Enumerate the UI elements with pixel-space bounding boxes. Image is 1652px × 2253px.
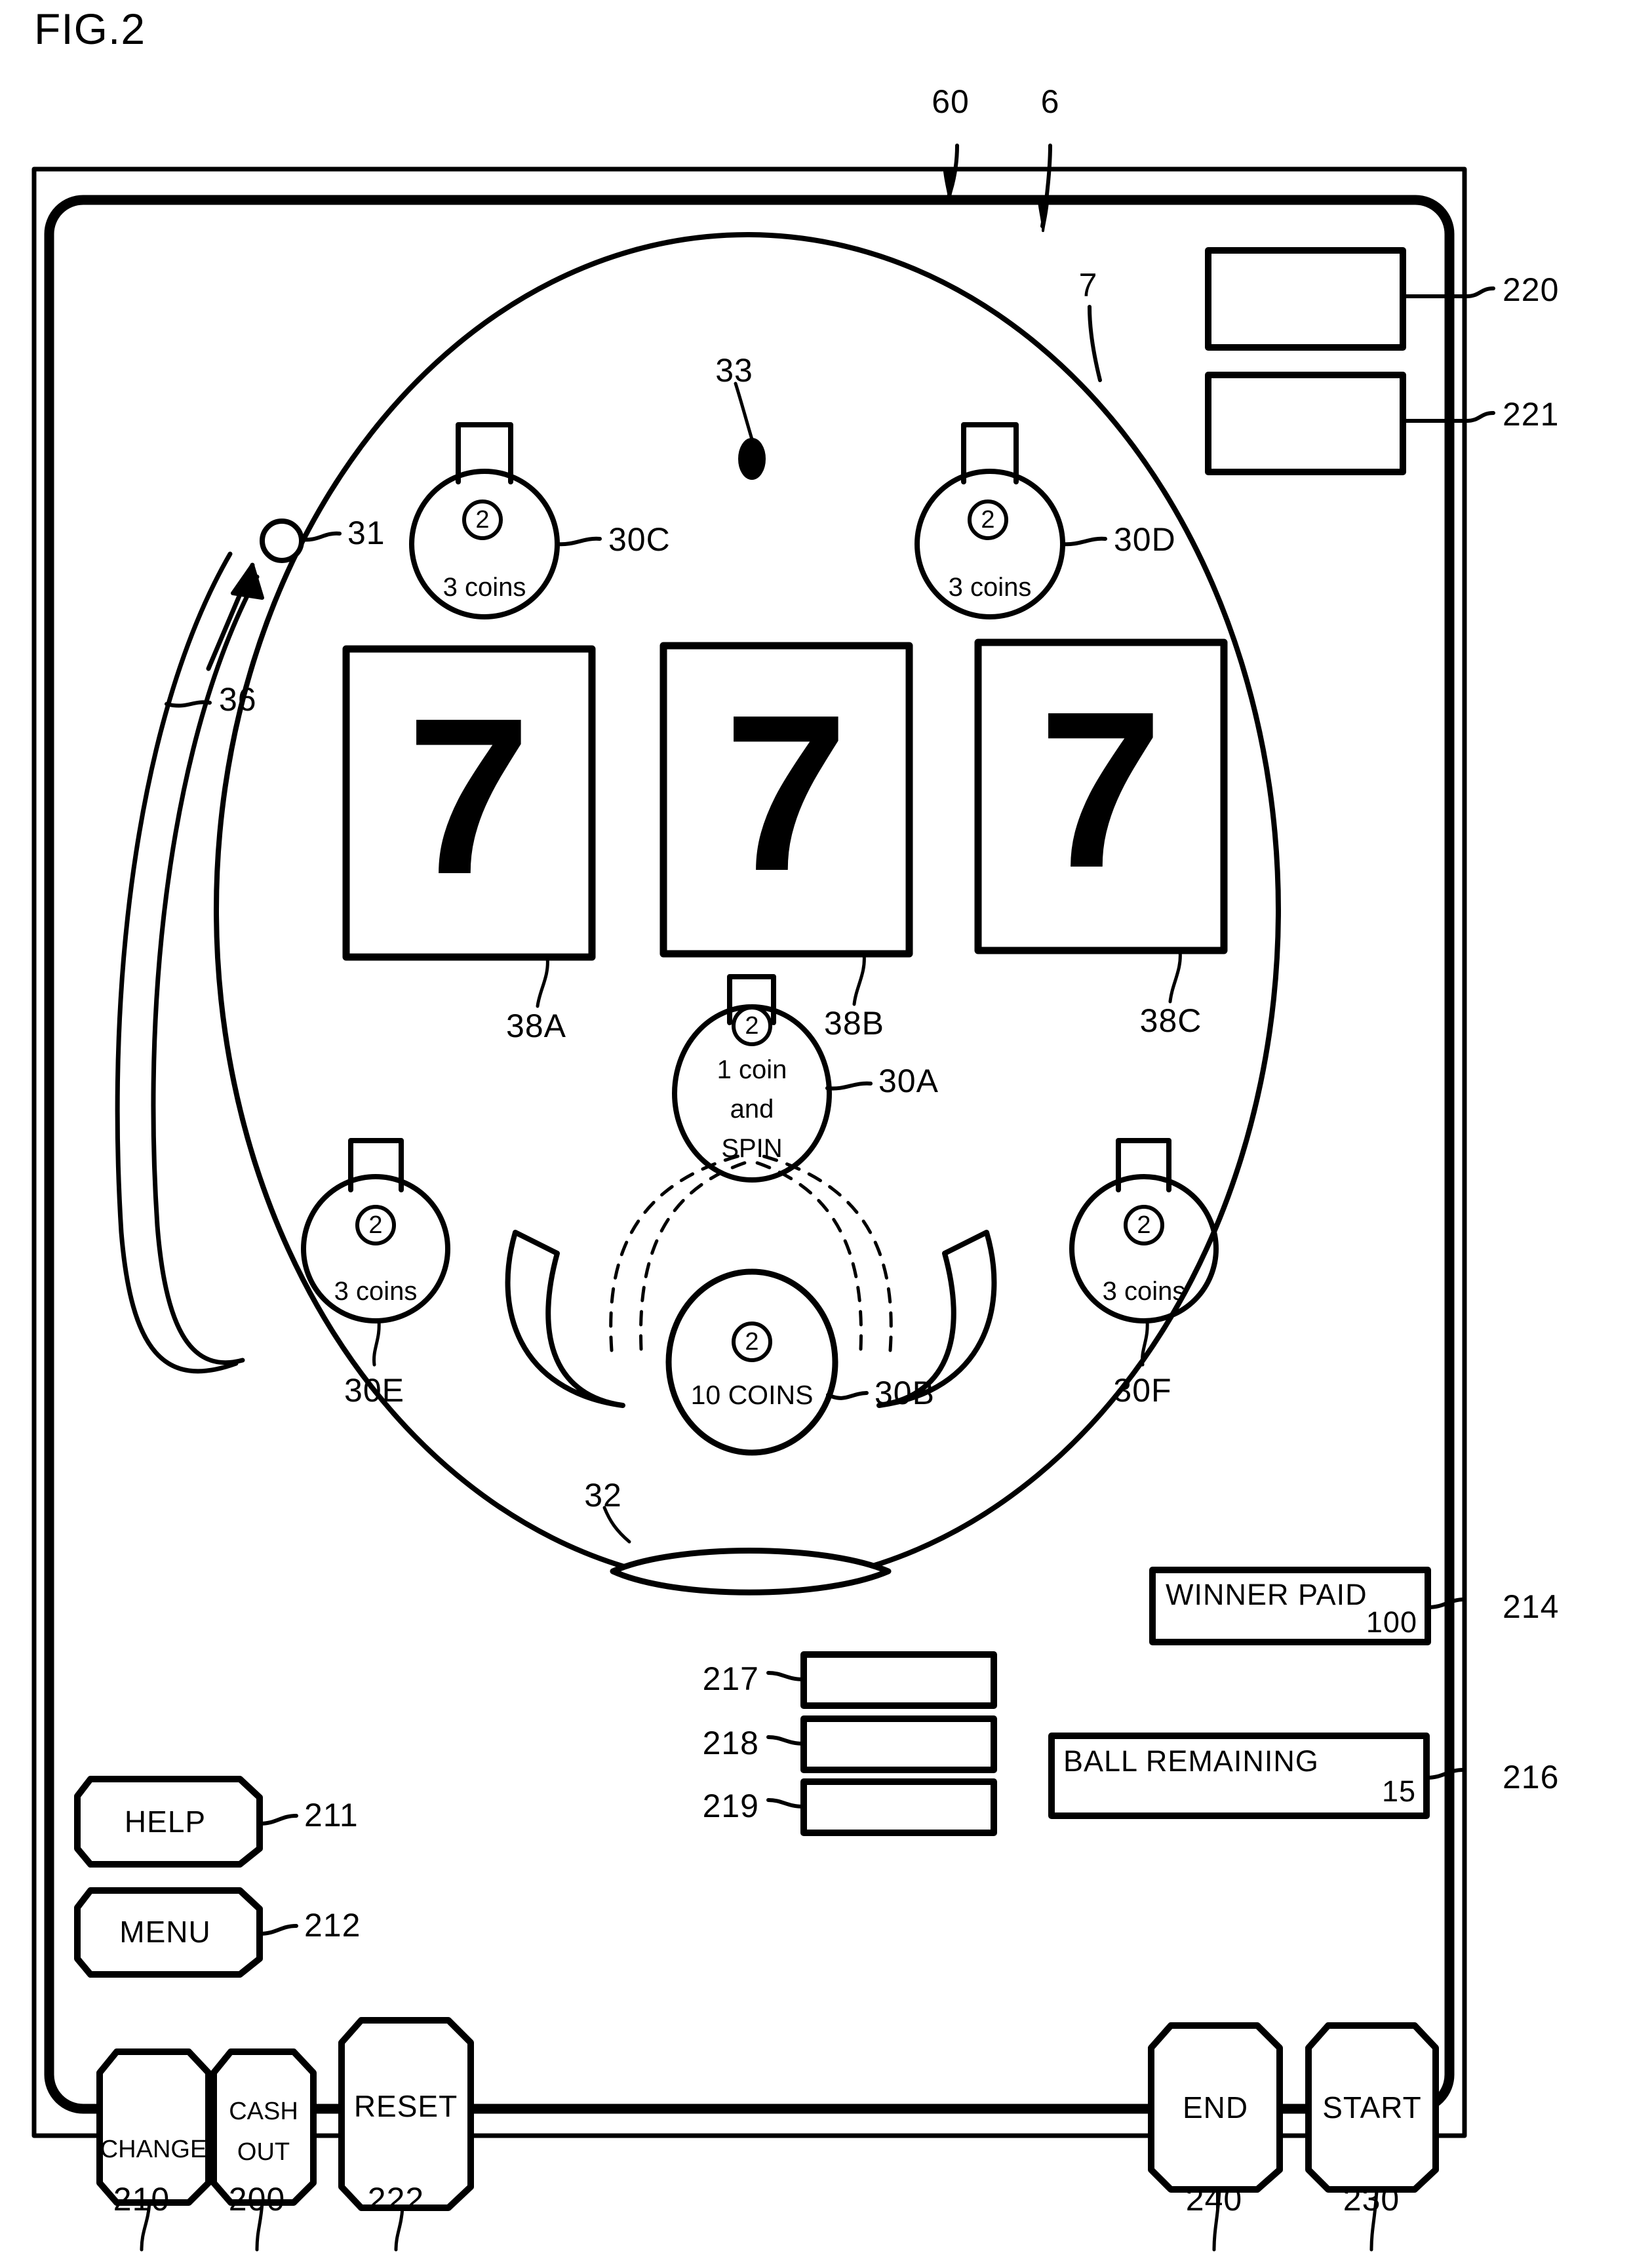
ref-30f-label: 30F xyxy=(1113,1372,1172,1409)
pocket-30a-line2: and xyxy=(730,1095,774,1124)
ref-6-arrowhead xyxy=(1038,201,1049,232)
flipper-left xyxy=(505,1230,625,1408)
reel-symbol-center: 7 xyxy=(724,669,848,918)
ref-30b-label: 30B xyxy=(875,1375,935,1411)
ref-30d-label: 30D xyxy=(1114,521,1176,558)
pocket-30b-line1: 10 COINS xyxy=(690,1380,814,1410)
pocket-30d-leader xyxy=(1060,536,1107,547)
ref-222-label: 222 xyxy=(367,2181,425,2218)
ref-212-label: 212 xyxy=(304,1907,361,1944)
cashout-button-shape xyxy=(210,2048,317,2206)
blank-219-leader xyxy=(766,1798,806,1809)
pocket-30a-badge: 2 xyxy=(732,1006,772,1046)
out-hole-32 xyxy=(610,1548,892,1596)
ref-38a-label: 38A xyxy=(506,1008,566,1044)
winner-paid-title: WINNER PAID xyxy=(1166,1578,1367,1611)
pocket-30e-leader xyxy=(372,1319,381,1367)
pocket-30a-leader xyxy=(825,1081,873,1091)
ref-30e-label: 30E xyxy=(344,1372,404,1409)
ref-30c-label: 30C xyxy=(608,521,671,558)
ref-38c-label: 38C xyxy=(1139,1002,1202,1039)
blank-box-219 xyxy=(800,1778,997,1836)
ref-211-label: 211 xyxy=(304,1797,359,1833)
ref-210-label: 210 xyxy=(113,2181,170,2218)
change-button-shape xyxy=(96,2048,212,2206)
pocket-30f-line1: 3 coins xyxy=(1102,1277,1186,1306)
pocket-30f-badge: 2 xyxy=(1124,1205,1164,1245)
ref-217-label: 217 xyxy=(702,1660,759,1697)
pocket-30d-badge: 2 xyxy=(968,500,1008,540)
pocket-30b xyxy=(665,1268,838,1456)
menu-leader xyxy=(258,1924,298,1936)
ball-remaining-value: 15 xyxy=(1381,1774,1416,1808)
reset-button-label[interactable]: RESET xyxy=(354,2091,458,2121)
pocket-30c-badge: 2 xyxy=(462,500,503,540)
blank-217-leader xyxy=(766,1671,806,1681)
start-button-label[interactable]: START xyxy=(1322,2092,1422,2123)
ref-6-label: 6 xyxy=(1040,83,1060,120)
ref-219-label: 219 xyxy=(702,1788,759,1824)
ref-30a-label: 30A xyxy=(878,1063,939,1099)
pocket-30a-line3: SPIN xyxy=(721,1134,783,1163)
reel-symbol-right: 7 xyxy=(1038,665,1163,914)
ball-33-leader xyxy=(734,382,754,441)
cashout-button-label-1[interactable]: CASH xyxy=(229,2099,298,2124)
display-box-220 xyxy=(1205,247,1406,351)
ref-220-label: 220 xyxy=(1503,271,1560,308)
help-leader xyxy=(258,1814,298,1826)
ref-38b-label: 38B xyxy=(824,1005,884,1042)
ref-216-label: 216 xyxy=(1503,1759,1560,1795)
winner-paid-value: 100 xyxy=(1366,1605,1417,1639)
help-button-label[interactable]: HELP xyxy=(125,1807,206,1837)
pocket-30e-badge: 2 xyxy=(355,1205,396,1245)
ref-214-label: 214 xyxy=(1503,1588,1560,1625)
menu-button-label[interactable]: MENU xyxy=(119,1917,210,1947)
ref-7-leader xyxy=(1088,305,1102,382)
ref-60-label: 60 xyxy=(932,83,970,120)
ref-240-label: 240 xyxy=(1185,2181,1243,2218)
reel-38a-leader xyxy=(536,955,549,1008)
reel-38b-leader xyxy=(852,952,866,1006)
ref-218-label: 218 xyxy=(702,1725,759,1761)
ref-32-label: 32 xyxy=(584,1477,622,1514)
launch-arrow-head xyxy=(231,563,264,600)
ref-221-label: 221 xyxy=(1503,396,1560,433)
reel-symbol-left: 7 xyxy=(406,672,531,921)
pocket-30c-line1: 3 coins xyxy=(442,573,526,602)
end-button-label[interactable]: END xyxy=(1183,2092,1248,2123)
change-button-label[interactable]: CHANGE xyxy=(100,2137,207,2162)
ref-33-label: 33 xyxy=(715,352,753,389)
ball-remaining-title: BALL REMAINING xyxy=(1063,1744,1319,1778)
ball-33-icon xyxy=(738,438,766,480)
blank-box-218 xyxy=(800,1715,997,1773)
pocket-30e-line1: 3 coins xyxy=(334,1277,418,1306)
ref-7-label: 7 xyxy=(1078,267,1098,304)
patent-figure: FIG.2 60 6 7 220 221 31 36 33 3 coins 30… xyxy=(0,0,1652,2253)
pocket-30b-badge: 2 xyxy=(732,1322,772,1362)
reel-38c-leader xyxy=(1168,949,1182,1004)
blank-box-217 xyxy=(800,1651,997,1709)
ball-31-icon xyxy=(260,519,304,563)
cashout-button-label-2[interactable]: OUT xyxy=(237,2140,290,2165)
pocket-30c-leader xyxy=(555,536,602,547)
pocket-30a-line1: 1 coin xyxy=(717,1055,787,1084)
figure-line-art xyxy=(31,144,1495,2252)
display-box-221 xyxy=(1205,372,1406,475)
ref-31-label: 31 xyxy=(347,515,385,551)
ref-36-label: 36 xyxy=(219,681,257,718)
ref-230-label: 230 xyxy=(1343,2181,1400,2218)
pocket-30b-leader xyxy=(826,1391,869,1400)
pocket-30d-line1: 3 coins xyxy=(948,573,1032,602)
blank-218-leader xyxy=(766,1735,806,1746)
ref-200-label: 200 xyxy=(228,2181,286,2218)
